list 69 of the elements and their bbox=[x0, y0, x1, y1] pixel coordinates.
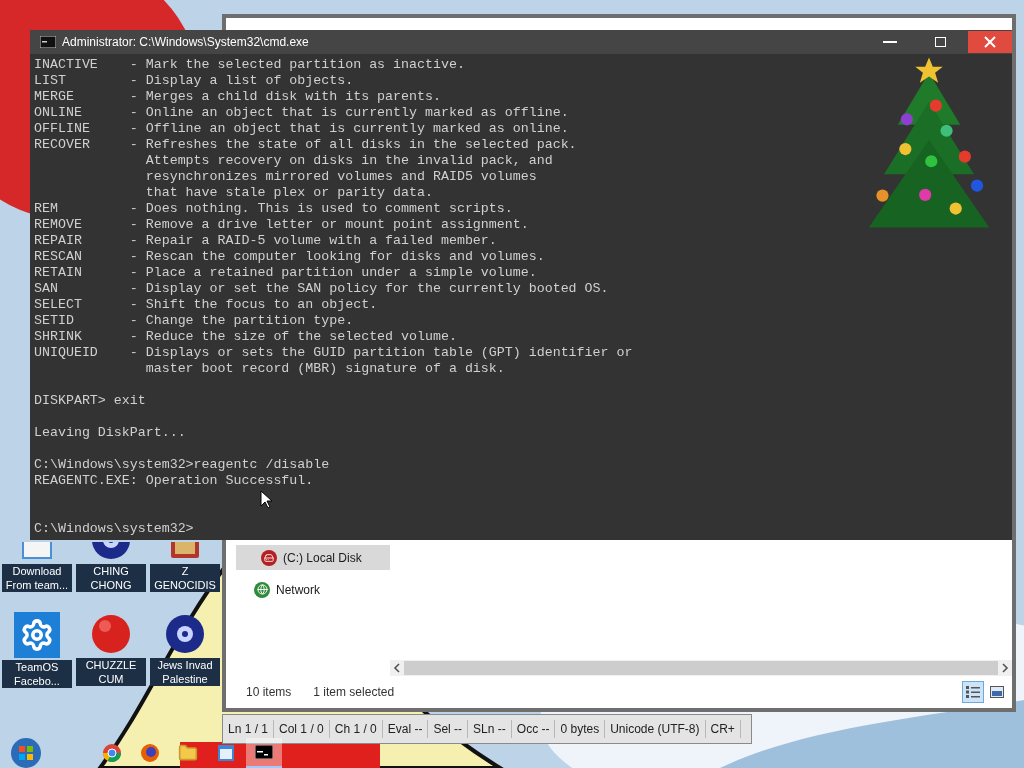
scroll-thumb[interactable] bbox=[404, 661, 998, 675]
shortcut-label[interactable]: CHUZZLE CUM bbox=[76, 658, 146, 686]
console-line: master boot record (MBR) signature of a disk. bbox=[144, 361, 505, 377]
console-line: resynchronizes mirrored volumes and RAID5 volumes bbox=[144, 169, 537, 185]
status-segment: Occ -- bbox=[511, 720, 556, 738]
console-line: RESCAN - Rescan the computer looking for disks and volumes. bbox=[34, 249, 545, 265]
console-line: that have stale plex or parity data. bbox=[144, 185, 433, 201]
status-segment: SLn -- bbox=[468, 720, 512, 738]
drive-icon bbox=[261, 549, 277, 566]
shortcut-label[interactable]: Z GENOCIDIS bbox=[150, 564, 220, 592]
folder-icon bbox=[178, 743, 198, 763]
preview-view-icon bbox=[990, 686, 1004, 698]
fox-browser-icon bbox=[140, 743, 160, 763]
console-line: MERGE - Merges a child disk with its parents. bbox=[34, 89, 441, 105]
console-line: Leaving DiskPart... bbox=[34, 425, 186, 441]
close-icon bbox=[984, 36, 996, 48]
console-line: SELECT - Shift the focus to an object. bbox=[34, 297, 378, 313]
browser-icon bbox=[102, 743, 122, 763]
terminal-icon bbox=[255, 745, 273, 759]
console-line: DISKPART> exit bbox=[34, 393, 146, 409]
console-line: C:\Windows\system32>reagentc /disable bbox=[34, 457, 330, 473]
console-line: REAGENTC.EXE: Operation Successful. bbox=[34, 473, 314, 489]
shortcut-label[interactable]: Download From team... bbox=[2, 564, 72, 592]
console-line: ONLINE - Online an object that is currently marked as offline. bbox=[34, 105, 569, 121]
selection-count: 1 item selected bbox=[313, 684, 395, 701]
settings-icon bbox=[14, 612, 60, 658]
network-icon bbox=[254, 581, 270, 598]
status-segment: Ln 1 / 1 bbox=[223, 720, 275, 738]
console-line: LIST - Display a list of objects. bbox=[34, 73, 354, 89]
window-icon bbox=[217, 744, 235, 762]
console-line: REMOVE - Remove a drive letter or mount point assignment. bbox=[34, 217, 529, 233]
console-line: C:\Windows\system32> bbox=[34, 521, 194, 537]
horizontal-scrollbar[interactable] bbox=[390, 660, 1012, 676]
start-orb-icon bbox=[10, 737, 42, 768]
console-line: REM - Does nothing. This is used to comment scripts. bbox=[34, 201, 513, 217]
scroll-right-icon[interactable] bbox=[1001, 663, 1009, 673]
status-segment: Eval -- bbox=[382, 720, 429, 738]
console-line: OFFLINE - Offline an object that is currently marked as online. bbox=[34, 121, 569, 137]
console-line: RETAIN - Place a retained partition under a simple volume. bbox=[34, 265, 537, 281]
nav-item[interactable]: (C:) Local Disk bbox=[236, 545, 390, 570]
console-line: Attempts recovery on disks in the invalid pack, and bbox=[144, 153, 553, 169]
console-line: SAN - Display or set the SAN policy for the currently booted OS. bbox=[34, 281, 609, 297]
shortcut-label[interactable]: CHING CHONG bbox=[76, 564, 146, 592]
shortcut-label[interactable]: Jews Invad Palestine bbox=[150, 658, 220, 686]
status-segment: Unicode (UTF-8) bbox=[605, 720, 706, 738]
status-segment: Col 1 / 0 bbox=[274, 720, 330, 738]
shortcut-label[interactable]: TeamOS Facebo... bbox=[2, 660, 72, 688]
status-segment: 0 bytes bbox=[555, 720, 606, 738]
cursor-icon bbox=[260, 490, 272, 509]
console-line: SHRINK - Reduce the size of the selected volume. bbox=[34, 329, 457, 345]
status-segment: CR+ bbox=[705, 720, 741, 738]
taskbar-button[interactable] bbox=[246, 738, 282, 768]
status-segment: Sel -- bbox=[428, 720, 469, 738]
window-title: Administrator: C:\Windows\System32\cmd.exe bbox=[62, 34, 309, 51]
nav-item[interactable]: Network bbox=[236, 577, 390, 602]
disc-icon bbox=[165, 612, 205, 656]
details-view-icon bbox=[966, 686, 980, 698]
item-count: 10 items bbox=[246, 684, 292, 701]
console-line: INACTIVE - Mark the selected partition as inactive. bbox=[34, 57, 465, 73]
console-line: SETID - Change the partition type. bbox=[34, 313, 354, 329]
console-line: RECOVER - Refreshes the state of all disks in the selected pack. bbox=[34, 137, 577, 153]
ball-icon bbox=[89, 612, 133, 656]
scroll-left-icon[interactable] bbox=[393, 663, 401, 673]
close-button[interactable] bbox=[968, 31, 1012, 53]
status-segment: Ch 1 / 0 bbox=[329, 720, 383, 738]
console-line: UNIQUEID - Displays or sets the GUID partition table (GPT) identifier or bbox=[34, 345, 633, 361]
view-toggle[interactable] bbox=[962, 681, 984, 703]
console-line: REPAIR - Repair a RAID-5 volume with a failed member. bbox=[34, 233, 497, 249]
terminal-icon bbox=[40, 36, 56, 48]
